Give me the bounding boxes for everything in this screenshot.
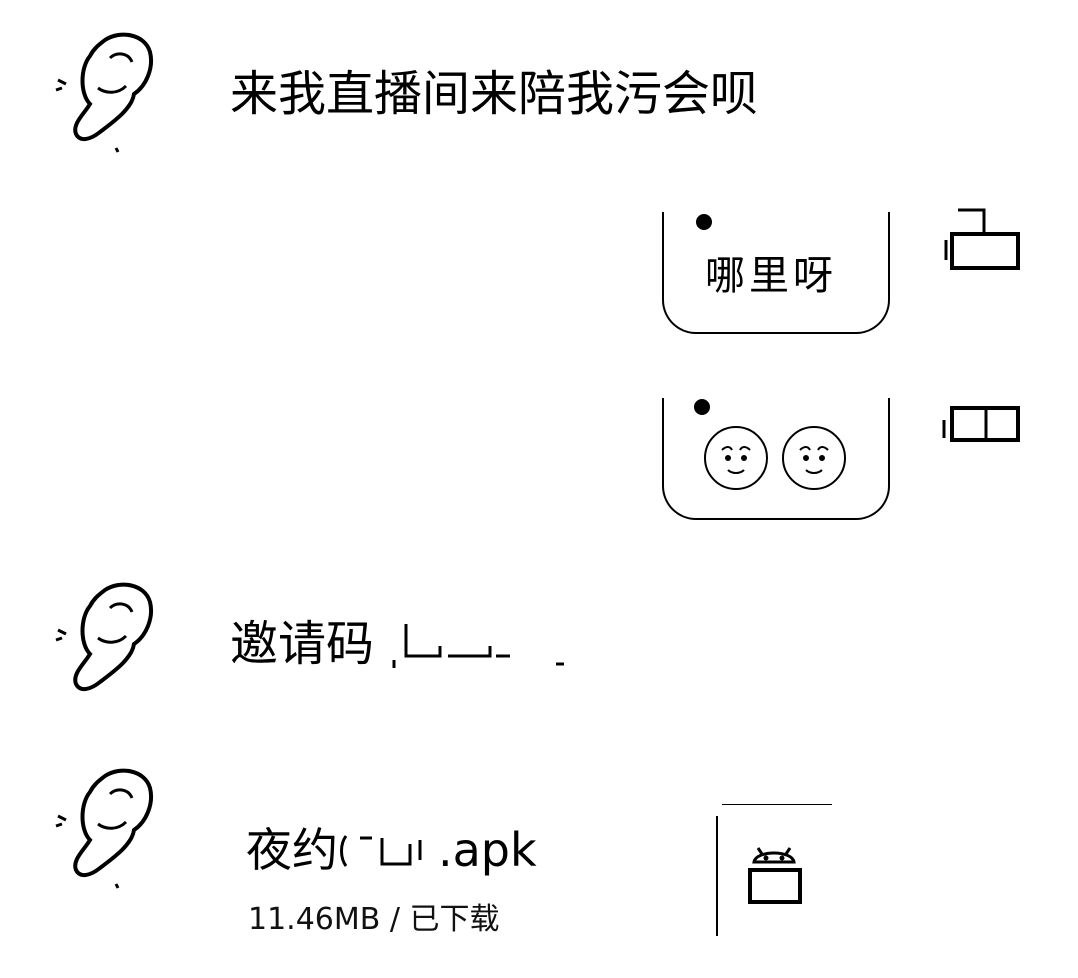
file-name-prefix: 夜约 xyxy=(246,823,338,877)
file-card-top-border xyxy=(722,804,832,805)
message-text: 来我直播间来陪我污会呗 xyxy=(230,66,759,122)
file-meta: 11.46MB / 已下载 xyxy=(248,902,500,937)
self-avatar[interactable] xyxy=(944,204,1022,274)
sketch-avatar-icon xyxy=(55,768,153,889)
redacted-file-name xyxy=(338,830,438,870)
message-text: 邀请码 xyxy=(230,616,375,672)
self-avatar[interactable] xyxy=(940,398,1022,446)
sketch-avatar-icon xyxy=(55,32,153,153)
file-card-divider xyxy=(716,816,718,936)
outgoing-bubble[interactable] xyxy=(662,398,890,520)
sender-avatar[interactable] xyxy=(50,764,168,892)
user-icon xyxy=(944,208,1020,270)
sender-avatar[interactable] xyxy=(50,578,168,706)
bubble-dot xyxy=(694,399,710,415)
file-name-suffix: .apk xyxy=(438,823,537,877)
sender-avatar[interactable] xyxy=(50,28,168,156)
bubble-dot xyxy=(696,214,712,230)
bubble-text: 哪里呀 xyxy=(705,253,837,299)
user-icon xyxy=(942,406,1020,442)
pleading-face-icon xyxy=(704,426,768,490)
file-name[interactable]: 夜约 .apk xyxy=(246,814,537,880)
android-icon xyxy=(744,840,804,906)
pleading-face-icon xyxy=(782,426,846,490)
sketch-avatar-icon xyxy=(55,582,153,691)
redacted-code xyxy=(392,616,572,670)
